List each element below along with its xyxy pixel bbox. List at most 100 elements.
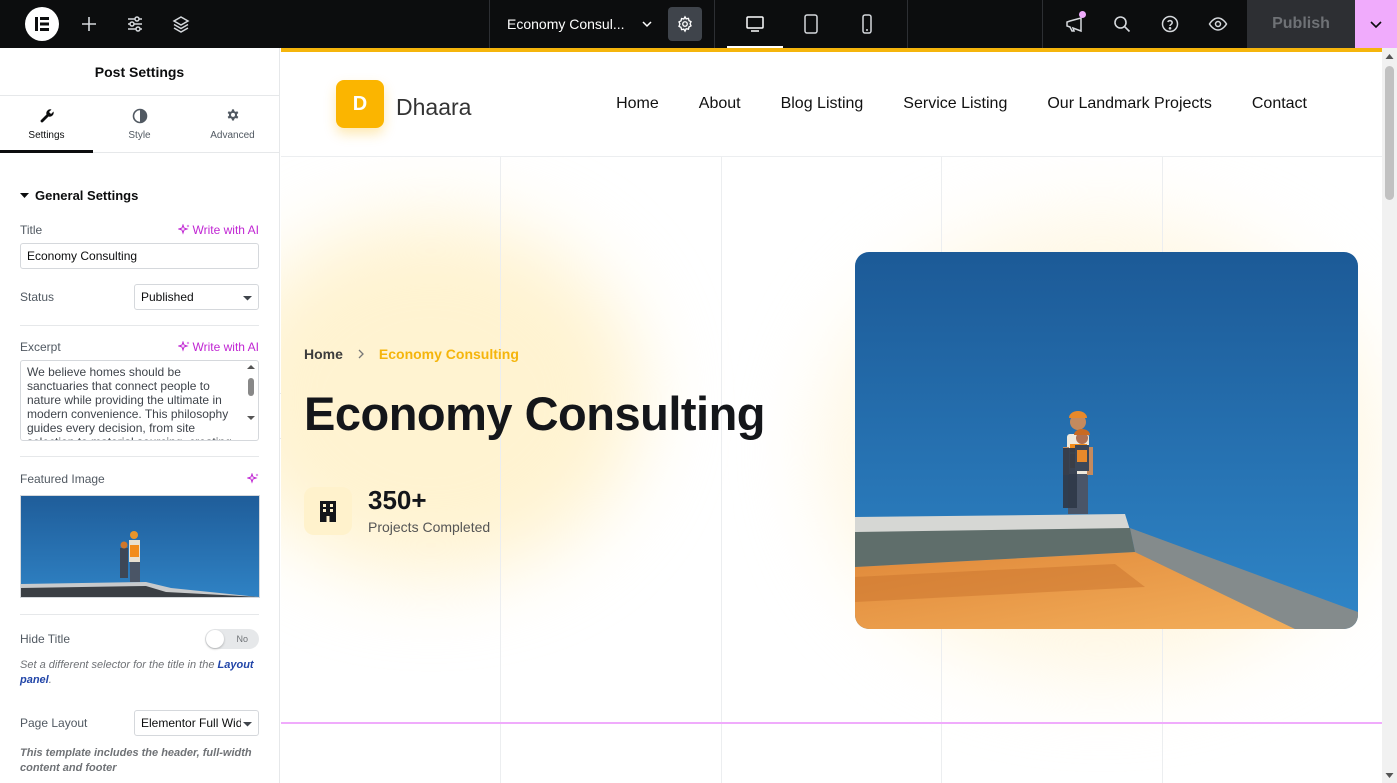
- excerpt-text: We believe homes should be sanctuaries t…: [27, 365, 232, 440]
- notification-dot: [1079, 11, 1086, 18]
- search-icon: [1114, 16, 1131, 33]
- site-name[interactable]: Dhaara: [396, 94, 471, 121]
- canvas-scrollbar[interactable]: [1382, 48, 1397, 783]
- structure-button[interactable]: [158, 0, 204, 48]
- tab-advanced-label: Advanced: [210, 129, 255, 141]
- status-value: Published: [141, 290, 194, 304]
- scroll-up-icon[interactable]: [1385, 52, 1394, 61]
- tablet-icon: [804, 14, 818, 34]
- hide-title-label: Hide Title: [20, 632, 71, 646]
- write-ai-label: Write with AI: [192, 340, 259, 354]
- status-select[interactable]: Published: [134, 284, 259, 310]
- add-element-button[interactable]: [66, 0, 112, 48]
- wrench-icon: [40, 108, 54, 122]
- sparkle-icon: [177, 224, 190, 235]
- breadcrumb: Home Economy Consulting: [304, 346, 519, 362]
- excerpt-write-ai-button[interactable]: Write with AI: [177, 340, 259, 354]
- hide-title-note: Set a different selector for the title i…: [0, 658, 279, 688]
- site-logo[interactable]: D: [336, 80, 384, 128]
- publish-options-button[interactable]: [1355, 0, 1397, 48]
- hero-title: Economy Consulting: [304, 387, 766, 440]
- nav-about[interactable]: About: [699, 95, 741, 113]
- sliders-icon: [128, 16, 142, 32]
- nav-contact[interactable]: Contact: [1252, 95, 1307, 113]
- help-button[interactable]: [1146, 0, 1194, 48]
- breadcrumb-home[interactable]: Home: [304, 346, 343, 362]
- excerpt-label: Excerpt: [20, 340, 61, 354]
- caret-down-icon: [243, 295, 252, 300]
- section-boundary-line: [281, 722, 1382, 724]
- elementor-logo-button[interactable]: [18, 0, 66, 48]
- eye-icon: [1208, 17, 1228, 31]
- preview-button[interactable]: [1194, 0, 1242, 48]
- mobile-view-button[interactable]: [839, 0, 895, 48]
- grid-line: [500, 156, 501, 783]
- title-label: Title: [20, 223, 43, 237]
- mobile-icon: [862, 14, 872, 34]
- page-layout-select[interactable]: Elementor Full Width: [134, 710, 259, 736]
- section-title: General Settings: [35, 187, 139, 203]
- grid-line: [721, 156, 722, 783]
- scrollbar-thumb[interactable]: [1385, 66, 1394, 200]
- panel-title: Post Settings: [0, 48, 279, 96]
- textarea-scrollbar[interactable]: [246, 363, 256, 427]
- divider: [20, 456, 259, 457]
- caret-down-icon: [243, 721, 252, 726]
- divider: [714, 0, 715, 48]
- nav-landmark-projects[interactable]: Our Landmark Projects: [1047, 95, 1212, 113]
- caret-down-icon: [20, 192, 29, 198]
- site-settings-button[interactable]: [112, 0, 158, 48]
- featured-image-thumbnail: [21, 496, 259, 597]
- toggle-knob: [206, 630, 224, 648]
- page-layout-label: Page Layout: [20, 716, 88, 730]
- editor-panel: Post Settings Settings Style Advanced Ge…: [0, 48, 280, 783]
- sparkle-icon: [177, 341, 190, 352]
- scroll-down-icon[interactable]: [1385, 771, 1394, 780]
- page-layout-value: Elementor Full Width: [141, 716, 241, 730]
- nav-service-listing[interactable]: Service Listing: [903, 95, 1007, 113]
- finder-button[interactable]: [1098, 0, 1146, 48]
- layers-icon: [172, 16, 190, 33]
- chevron-down-icon: [1370, 21, 1382, 29]
- tab-settings[interactable]: Settings: [0, 96, 93, 153]
- preview-canvas: D Dhaara Home About Blog Listing Service…: [281, 48, 1382, 783]
- publish-button[interactable]: Publish: [1247, 0, 1355, 48]
- tab-settings-label: Settings: [28, 129, 65, 141]
- plus-icon: [82, 17, 96, 31]
- hide-title-toggle[interactable]: No: [205, 629, 259, 649]
- whats-new-button[interactable]: [1050, 0, 1098, 48]
- divider: [20, 325, 259, 326]
- general-settings-toggle[interactable]: General Settings: [0, 153, 279, 211]
- excerpt-textarea[interactable]: We believe homes should be sanctuaries t…: [20, 360, 259, 441]
- tablet-view-button[interactable]: [783, 0, 839, 48]
- hero-image: [855, 252, 1358, 629]
- nav-blog-listing[interactable]: Blog Listing: [781, 95, 864, 113]
- featured-image-picker[interactable]: [20, 495, 260, 598]
- elementor-logo-icon: [25, 7, 59, 41]
- featured-image-label: Featured Image: [20, 472, 105, 486]
- page-layout-note: This template includes the header, full-…: [20, 747, 252, 774]
- half-circle-icon: [132, 108, 147, 123]
- page-settings-button[interactable]: [668, 7, 702, 41]
- gear-icon: [227, 108, 238, 121]
- chevron-down-icon: [641, 21, 652, 28]
- responsive-mode-switcher: [727, 0, 895, 48]
- note-suffix: .: [48, 674, 52, 686]
- gear-icon: [678, 15, 692, 33]
- document-title: Economy Consul...: [507, 16, 625, 32]
- divider: [1042, 0, 1043, 48]
- tab-style[interactable]: Style: [93, 96, 186, 152]
- desktop-icon: [746, 16, 764, 32]
- divider: [20, 614, 259, 615]
- status-label: Status: [20, 290, 55, 304]
- title-input[interactable]: Economy Consulting: [20, 243, 259, 269]
- tab-advanced[interactable]: Advanced: [186, 96, 279, 152]
- site-header: D Dhaara Home About Blog Listing Service…: [281, 52, 1382, 157]
- desktop-view-button[interactable]: [727, 0, 783, 48]
- tab-style-label: Style: [128, 129, 151, 141]
- sparkle-icon[interactable]: [247, 473, 259, 485]
- title-write-ai-button[interactable]: Write with AI: [177, 223, 259, 237]
- chevron-right-icon: [358, 349, 364, 359]
- nav-home[interactable]: Home: [616, 95, 659, 113]
- stat-number: 350+: [368, 485, 427, 515]
